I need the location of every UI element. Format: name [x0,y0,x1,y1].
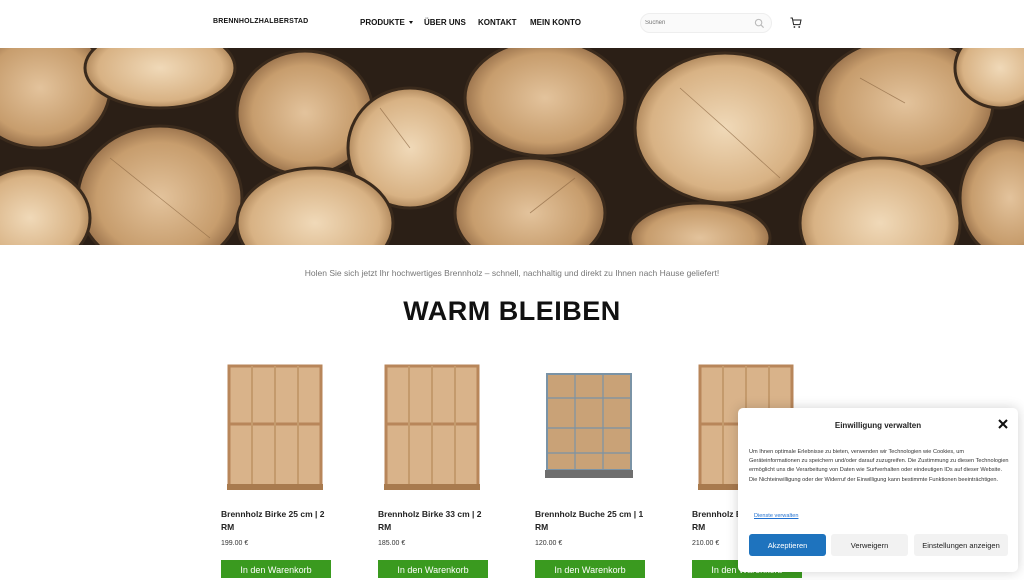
product-card: Brennholz Birke 33 cm | 2 RM 185.00 € In… [374,358,490,578]
search-box [640,13,772,33]
product-price: 120.00 € [535,540,563,547]
chevron-down-icon [408,21,413,25]
nav-item-mein-konto[interactable]: MEIN KONTO [530,18,581,27]
hero-banner [0,48,1024,245]
site-logo[interactable]: BRENNHOLZHALBERSTAD [213,18,308,25]
add-to-cart-button[interactable]: In den Warenkorb [535,560,645,578]
product-card: Brennholz Buche 25 cm | 1 RM 120.00 € In… [531,358,647,578]
product-title[interactable]: Brennholz Buche 25 cm | 1 RM [535,508,645,534]
firewood-hero-image [0,48,1024,245]
nav-item-label: PRODUKTE [360,18,405,27]
nav-item-kontakt[interactable]: KONTAKT [478,18,517,27]
search-icon[interactable] [754,18,765,29]
product-image[interactable] [531,358,647,496]
cookie-consent-dialog: Einwilligung verwalten Um Ihnen optimale… [738,408,1018,572]
product-price: 199.00 € [221,540,249,547]
product-title[interactable]: Brennholz Birke 33 cm | 2 RM [378,508,488,534]
product-image[interactable] [374,358,490,496]
close-icon[interactable] [997,418,1009,430]
tagline: Holen Sie sich jetzt Ihr hochwertiges Br… [304,268,720,278]
consent-text: Um Ihnen optimale Erlebnisse zu bieten, … [749,449,1009,483]
section-heading: WARM BLEIBEN [403,296,621,326]
show-settings-button[interactable]: Einstellungen anzeigen [914,534,1008,556]
product-price: 210.00 € [692,540,720,547]
product-image[interactable] [217,358,333,496]
cart-icon[interactable] [790,17,802,29]
consent-title: Einwilligung verwalten [834,421,922,430]
deny-button[interactable]: Verweigern [831,534,908,556]
nav-item-produkte[interactable]: PRODUKTE [360,18,413,27]
manage-services-link[interactable]: Dienste verwalten [754,513,798,519]
product-price: 185.00 € [378,540,406,547]
product-card: Brennholz Birke 25 cm | 2 RM 199.00 € In… [217,358,333,578]
nav-item-ueber-uns[interactable]: ÜBER UNS [424,18,466,27]
product-title[interactable]: Brennholz Birke 25 cm | 2 RM [221,508,331,534]
accept-button[interactable]: Akzeptieren [749,534,826,556]
search-input[interactable] [641,14,751,32]
add-to-cart-button[interactable]: In den Warenkorb [378,560,488,578]
add-to-cart-button[interactable]: In den Warenkorb [221,560,331,578]
site-header: BRENNHOLZHALBERSTAD PRODUKTE ÜBER UNS KO… [0,0,1024,48]
